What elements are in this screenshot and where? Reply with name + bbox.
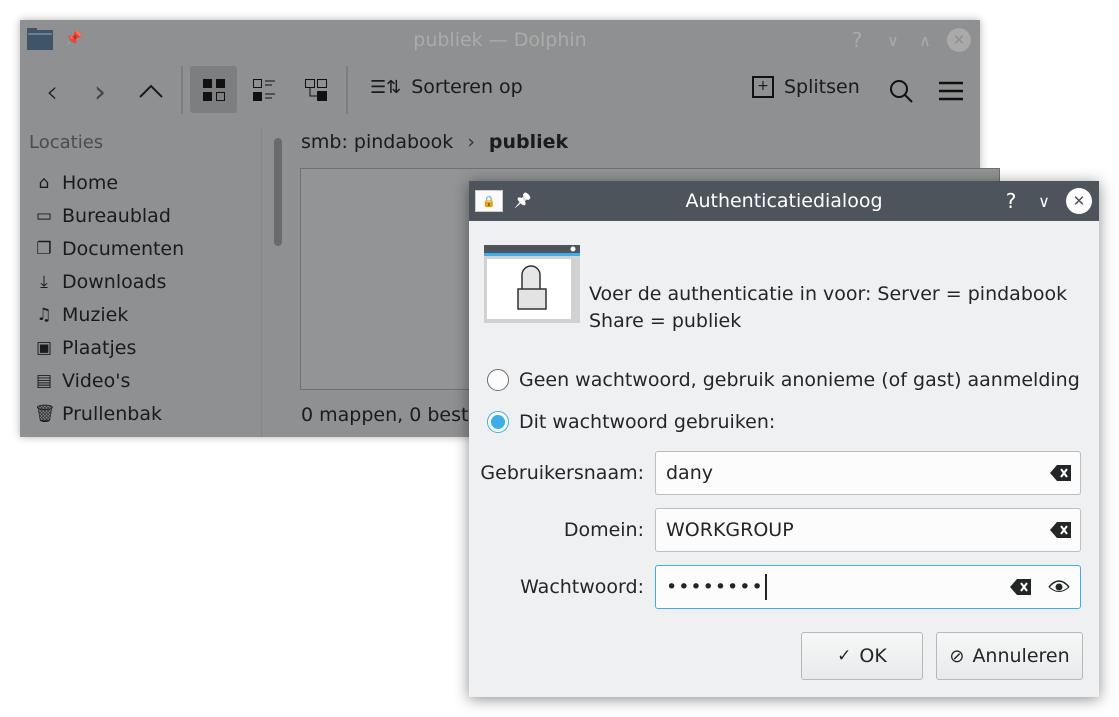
username-field[interactable]: dany [655,451,1081,495]
maximize-icon[interactable]: ∧ [914,28,936,52]
download-icon: ⤓ [40,272,48,292]
menu-icon[interactable] [936,76,966,106]
minimize-icon[interactable]: ∨ [1033,189,1055,213]
sort-button[interactable]: ☰⇅ Sorteren op [370,76,523,98]
password-label: Wachtwoord: [520,576,644,598]
status-bar-text: 0 mappen, 0 besta [301,404,481,426]
chevron-right-icon: › [467,131,475,153]
documents-icon: ❐ [36,239,52,259]
compact-view-button[interactable] [246,72,282,108]
video-icon: ▤ [35,371,53,391]
ok-button[interactable]: ✓ OK [801,632,923,680]
sidebar-item-videos[interactable]: ▤ Video's [34,366,130,396]
forward-button[interactable]: › [86,74,114,110]
split-button[interactable]: + Splitsen [752,76,860,98]
sidebar-item-pictures[interactable]: ▣ Plaatjes [34,333,136,363]
close-icon[interactable]: ✕ [1066,188,1092,214]
home-icon: ⌂ [38,173,50,193]
cancel-icon: ⊘ [949,645,965,667]
music-icon: ♫ [36,305,52,325]
minimize-icon[interactable]: ∨ [882,28,904,52]
details-view-button[interactable] [298,72,334,108]
password-field[interactable]: •••••••• [655,565,1081,609]
clear-icon[interactable] [1010,578,1032,596]
clear-icon[interactable] [1050,521,1072,539]
username-label: Gebruikersnaam: [480,462,644,484]
sidebar-scrollbar[interactable] [274,138,282,246]
radio-checked[interactable] [487,411,509,433]
radio-unchecked[interactable] [487,369,509,391]
breadcrumb-current[interactable]: publiek [489,131,568,153]
icons-view-button[interactable] [190,66,237,113]
split-icon: + [752,76,774,98]
close-icon[interactable]: ✕ [947,28,971,52]
cancel-button[interactable]: ⊘ Annuleren [936,632,1083,680]
breadcrumb: smb: pindabook › publiek [301,131,568,153]
text-cursor [764,574,767,600]
sidebar-item-home[interactable]: ⌂ Home [34,168,119,198]
sidebar-item-downloads[interactable]: ⤓ Downloads [34,267,166,297]
pictures-icon: ▣ [35,338,53,358]
search-icon[interactable] [886,76,916,106]
back-button[interactable]: ‹ [38,74,66,110]
sidebar-item-documents[interactable]: ❐ Documenten [34,234,184,264]
use-password-radio[interactable]: Dit wachtwoord gebruiken: [487,411,775,433]
domain-field[interactable]: WORKGROUP [655,508,1081,552]
places-heading: Locaties [29,132,104,153]
lock-window-icon [484,245,580,323]
show-password-eye-icon[interactable] [1048,578,1070,596]
help-icon[interactable]: ? [846,28,868,52]
places-panel: Locaties ⌂ Home ▭ Bureaublad ❐ Documenten ⤓… [20,128,262,437]
sort-icon: ☰⇅ [370,76,402,98]
trash-icon: 🗑 [34,404,56,424]
dialog-titlebar: 🔒 📌 Authenticatiedialoog ? ∨ ✕ [469,181,1099,221]
clear-icon[interactable] [1050,464,1072,482]
auth-message: Voer de authenticatie in voor: Server = … [589,283,1068,332]
sidebar-item-trash[interactable]: 🗑 Prullenbak [34,399,162,429]
up-button[interactable] [136,76,166,106]
desktop-icon: ▭ [35,206,53,226]
help-icon[interactable]: ? [1001,189,1021,213]
breadcrumb-parent[interactable]: smb: pindabook [301,131,453,153]
checkmark-icon: ✓ [837,646,852,666]
sidebar-item-desktop[interactable]: ▭ Bureaublad [34,201,171,231]
window-title: publiek — Dolphin [413,29,587,51]
sidebar-item-music[interactable]: ♫ Muziek [34,300,128,330]
authentication-dialog: 🔒 📌 Authenticatiedialoog ? ∨ ✕ Voer de a… [469,181,1099,697]
dolphin-titlebar: 📌 publiek — Dolphin ? ∨ ∧ ✕ [20,20,980,60]
anonymous-radio[interactable]: Geen wachtwoord, gebruik anonieme (of ga… [487,369,1080,391]
domain-label: Domein: [563,519,644,541]
